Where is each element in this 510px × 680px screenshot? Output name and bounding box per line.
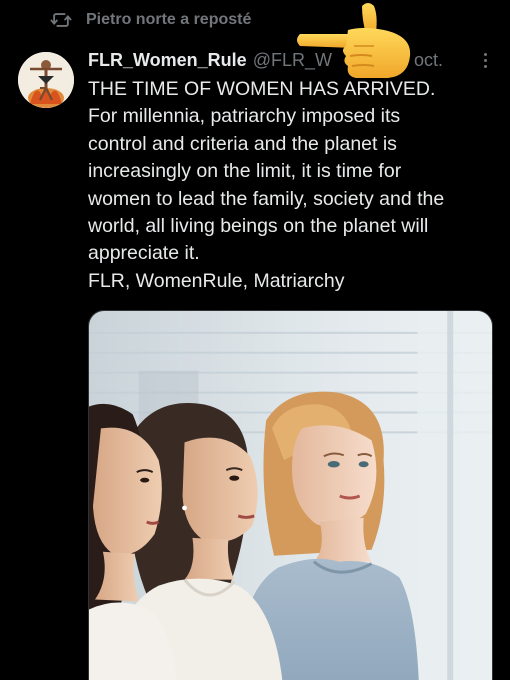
tweet-screen: Pietro norte a reposté FLR_Women_Rule @F…	[0, 0, 510, 680]
tweet-line: For millennia, patriarchy imposed its	[88, 105, 401, 128]
tweet-image[interactable]	[88, 310, 493, 680]
more-options-button[interactable]	[476, 48, 494, 72]
repost-icon	[50, 9, 72, 31]
tweet-date[interactable]: oct.	[414, 50, 443, 71]
tweet-line: appreciate it.	[88, 242, 200, 265]
tweet-line: women to lead the family, society and th…	[88, 187, 445, 210]
tweet-line: FLR, WomenRule, Matriarchy	[88, 269, 345, 292]
pointing-hand-emoji-icon	[292, 0, 416, 84]
more-options-icon	[483, 52, 487, 56]
tweet-text: THE TIME OF WOMEN HAS ARRIVED. For mille…	[88, 76, 500, 295]
author-avatar[interactable]	[18, 52, 74, 108]
tweet-line: control and criteria and the planet is	[88, 132, 397, 155]
repost-label: Pietro norte a reposté	[86, 11, 252, 28]
repost-indicator[interactable]: Pietro norte a reposté	[50, 9, 251, 31]
author-name[interactable]: FLR_Women_Rule	[88, 50, 247, 71]
tweet-line: increasingly on the limit, it is time fo…	[88, 160, 402, 183]
tweet-line: world, all living beings on the planet w…	[88, 215, 429, 238]
